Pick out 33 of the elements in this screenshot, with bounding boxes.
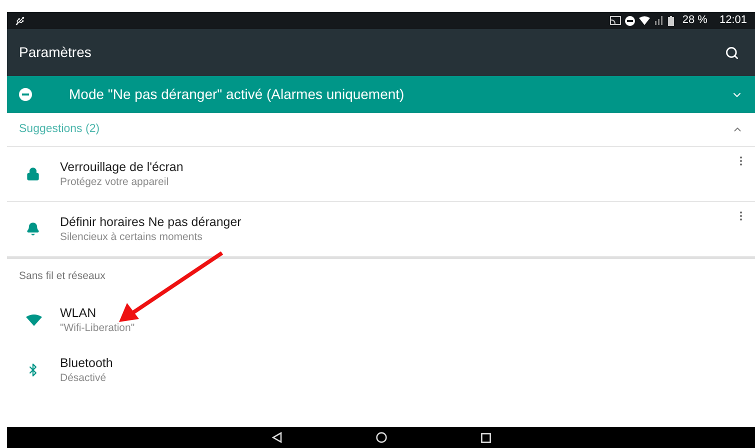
- toolbar-title: Paramètres: [19, 43, 92, 62]
- item-subtitle: "Wifi-Liberation": [60, 321, 136, 335]
- settings-item[interactable]: Bluetooth Désactivé: [7, 345, 755, 395]
- cast-icon: [610, 16, 622, 25]
- search-icon: [725, 46, 739, 60]
- lock-icon: [26, 167, 40, 181]
- banner-text: Mode "Ne pas déranger" activé (Alarmes uniquement): [69, 85, 406, 104]
- item-subtitle: Silencieux à certains moments: [60, 230, 204, 244]
- item-title: Verrouillage de l'écran: [60, 159, 184, 175]
- dnd-banner[interactable]: Mode "Ne pas déranger" activé (Alarmes uniquement): [7, 76, 755, 113]
- item-title: Définir horaires Ne pas déranger: [60, 214, 242, 230]
- minus-circle-icon: [625, 16, 636, 26]
- settings-item[interactable]: Définir horaires Ne pas déranger Silencieux à certains moments: [7, 202, 755, 257]
- settings-item[interactable]: WLAN "Wifi-Liberation": [7, 295, 755, 345]
- item-subtitle: Désactivé: [60, 371, 108, 385]
- battery-percent: 28 %: [682, 13, 708, 28]
- usb-icon: [15, 16, 25, 26]
- item-title: Bluetooth: [60, 355, 114, 371]
- recents-icon[interactable]: [480, 432, 490, 442]
- do-not-disturb-icon: [19, 88, 32, 101]
- signal-icon: [654, 16, 664, 25]
- settings-item[interactable]: Verrouillage de l'écran Protégez votre appareil: [7, 147, 755, 202]
- wifi-icon: [639, 16, 650, 25]
- section-title: Suggestions (2): [19, 122, 101, 137]
- bell-icon: [26, 222, 40, 236]
- home-icon[interactable]: [376, 432, 386, 443]
- item-title: WLAN: [60, 305, 98, 321]
- section-title: Sans fil et réseaux: [19, 269, 106, 284]
- item-subtitle: Protégez votre appareil: [60, 175, 170, 189]
- wifi-icon: [26, 314, 42, 326]
- back-icon[interactable]: [272, 432, 282, 443]
- battery-icon: [668, 16, 674, 26]
- clock: 12:01: [719, 13, 747, 28]
